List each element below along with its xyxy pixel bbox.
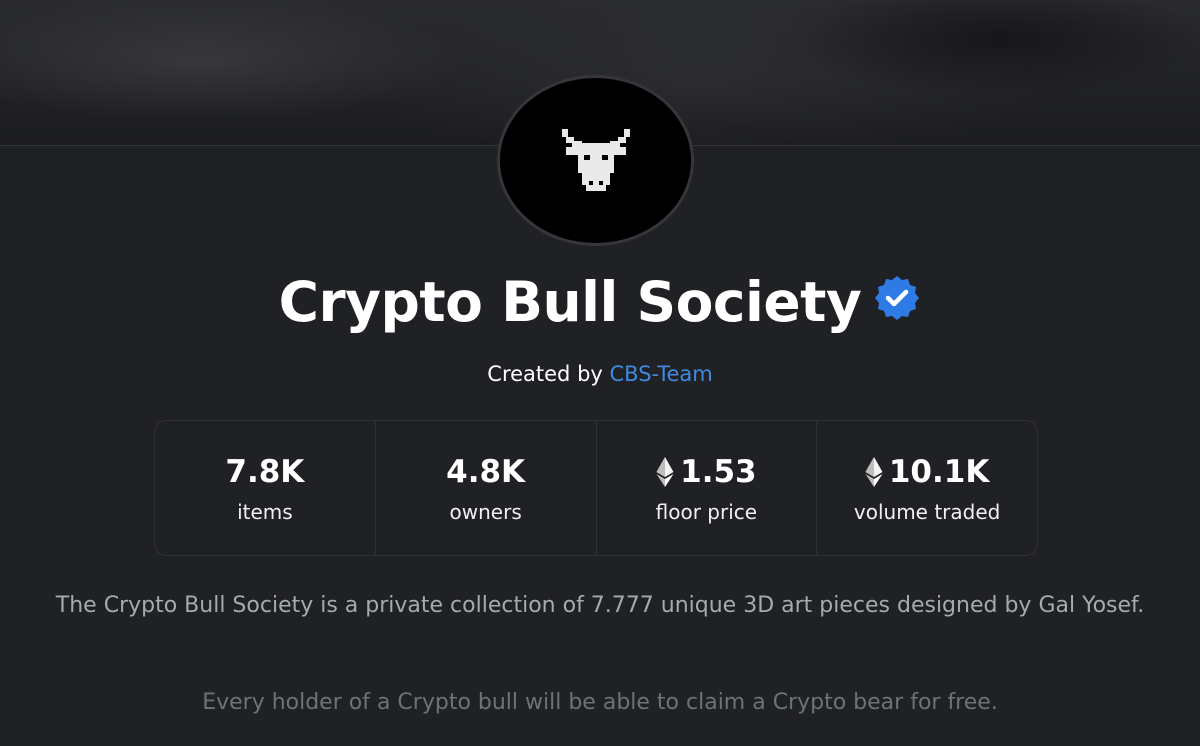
stat-value-text: 4.8K — [446, 454, 526, 490]
verified-badge-icon — [875, 276, 920, 320]
stats-panel: 7.8K items 4.8K owners 1.53 floor price — [154, 420, 1038, 556]
stat-value: 7.8K — [225, 452, 304, 492]
stat-items[interactable]: 7.8K items — [155, 421, 376, 555]
collection-description: The Crypto Bull Society is a private col… — [55, 593, 1145, 618]
stat-value-text: 7.8K — [225, 454, 305, 490]
collection-avatar[interactable] — [497, 75, 694, 246]
ethereum-icon — [656, 457, 674, 487]
stat-label: owners — [449, 500, 522, 524]
collection-description-secondary: Every holder of a Crypto bull will be ab… — [202, 690, 998, 715]
stat-owners[interactable]: 4.8K owners — [376, 421, 597, 555]
stat-volume-traded[interactable]: 10.1K volume traded — [817, 421, 1037, 555]
creator-line: Created by CBS-Team — [0, 362, 1200, 386]
title-row: Crypto Bull Society — [0, 266, 1200, 338]
creator-link[interactable]: CBS-Team — [610, 362, 713, 386]
creator-prefix: Created by — [487, 362, 603, 386]
collection-title: Crypto Bull Society — [278, 270, 862, 334]
stat-value: 4.8K — [446, 452, 525, 492]
stat-value: 1.53 — [656, 452, 757, 492]
stat-value-text: 10.1K — [888, 454, 990, 490]
stat-label: floor price — [655, 500, 758, 524]
stat-value-text: 1.53 — [680, 454, 757, 490]
bull-head-icon — [561, 128, 630, 191]
ethereum-icon — [865, 457, 883, 487]
stat-label: items — [237, 500, 293, 524]
stat-floor-price[interactable]: 1.53 floor price — [597, 421, 818, 555]
stat-value: 10.1K — [865, 452, 990, 492]
stat-label: volume traded — [853, 500, 1001, 524]
